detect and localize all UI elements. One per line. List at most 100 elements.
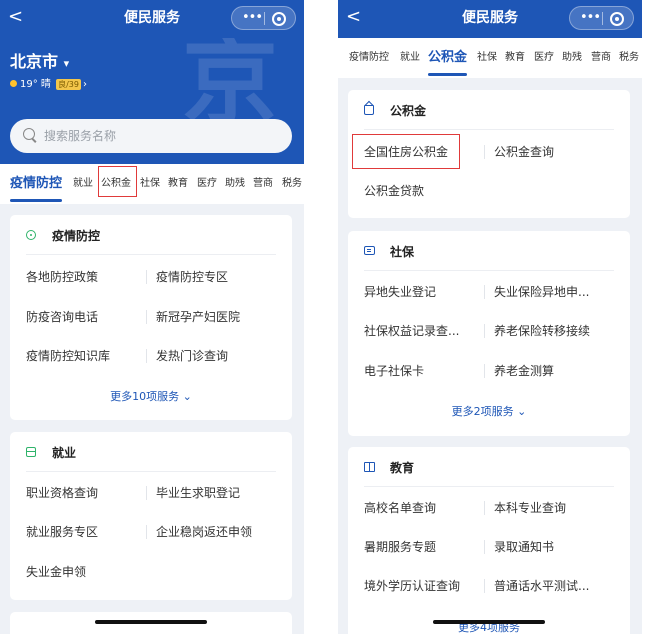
chevron-right-icon: › xyxy=(82,79,87,90)
search-input[interactable]: 搜索服务名称 xyxy=(10,119,292,153)
tab-epidemic[interactable]: 疫情防控 xyxy=(10,164,63,204)
category-tabs: 疫情防控 就业 公积金 社保 教育 医疗 助残 营商 税务 xyxy=(0,164,304,204)
tab-medical[interactable]: 医疗 xyxy=(534,38,554,78)
card-divider xyxy=(364,129,614,130)
column-divider xyxy=(484,285,485,299)
left-phone-screen: < 便民服务 ••• 京 北京市 ▾ 19° 晴 良/39 › 搜索服务名称 疫情… xyxy=(0,0,304,634)
shield-icon xyxy=(26,230,36,240)
close-miniprogram-icon[interactable] xyxy=(610,12,624,26)
service-item[interactable]: 疫情防控知识库 xyxy=(26,348,110,364)
column-divider xyxy=(146,270,147,284)
column-divider xyxy=(484,364,485,378)
service-card-epidemic: 疫情防控 各地防控政策 疫情防控专区 防疫咨询电话 新冠孕产妇医院 疫情防控知识… xyxy=(10,215,292,420)
category-tabs: 疫情防控 就业 公积金 社保 教育 医疗 助残 营商 税务 xyxy=(338,38,642,78)
column-divider xyxy=(146,486,147,500)
chevron-down-icon: ▾ xyxy=(63,57,70,70)
card-title: 教育 xyxy=(390,461,415,475)
right-phone-screen: < 便民服务 ••• 疫情防控 就业 公积金 社保 教育 医疗 助残 营商 税务… xyxy=(338,0,642,634)
weather-text: 19° 晴 xyxy=(20,79,51,90)
column-divider xyxy=(484,145,485,159)
service-item[interactable]: 录取通知书 xyxy=(494,539,554,555)
card-divider xyxy=(26,471,276,472)
service-card-housing-fund: 公积金 全国住房公积金 公积金查询 公积金贷款 xyxy=(348,90,630,218)
tab-business[interactable]: 营商 xyxy=(591,38,611,78)
service-item[interactable]: 养老保险转移接续 xyxy=(494,323,590,339)
service-item[interactable]: 社保权益记录查... xyxy=(364,323,459,339)
tab-employment[interactable]: 就业 xyxy=(400,38,420,78)
service-item[interactable]: 本科专业查询 xyxy=(494,500,566,516)
column-divider xyxy=(484,540,485,554)
city-name: 北京市 xyxy=(10,52,59,71)
close-miniprogram-icon[interactable] xyxy=(272,12,286,26)
service-item[interactable]: 毕业生求职登记 xyxy=(156,485,240,501)
tab-social-security[interactable]: 社保 xyxy=(477,38,497,78)
service-item[interactable]: 暑期服务专题 xyxy=(364,539,436,555)
house-icon xyxy=(364,105,374,115)
card-divider xyxy=(364,486,614,487)
service-item[interactable]: 发热门诊查询 xyxy=(156,348,228,364)
more-services-link[interactable]: 更多2项服务 ⌄ xyxy=(348,405,630,419)
column-divider xyxy=(484,324,485,338)
sun-icon xyxy=(10,80,17,87)
tab-tax[interactable]: 税务 xyxy=(619,38,639,78)
column-divider xyxy=(146,310,147,324)
more-services-link[interactable]: 更多10项服务 ⌄ xyxy=(10,390,292,404)
card-divider xyxy=(364,270,614,271)
service-item[interactable]: 公积金查询 xyxy=(494,144,554,160)
tab-disability[interactable]: 助残 xyxy=(225,164,245,204)
service-item[interactable]: 各地防控政策 xyxy=(26,269,98,285)
card-title: 公积金 xyxy=(390,104,427,118)
capsule-divider xyxy=(602,12,603,25)
book-icon xyxy=(364,462,375,472)
more-options-button[interactable]: ••• xyxy=(580,9,601,27)
tab-business[interactable]: 营商 xyxy=(253,164,273,204)
service-item[interactable]: 异地失业登记 xyxy=(364,284,436,300)
highlight-box xyxy=(98,166,137,197)
tab-employment[interactable]: 就业 xyxy=(73,164,93,204)
service-item[interactable]: 防疫咨询电话 xyxy=(26,309,98,325)
tab-disability[interactable]: 助残 xyxy=(562,38,582,78)
city-selector[interactable]: 北京市 ▾ xyxy=(10,52,69,74)
id-card-icon xyxy=(364,246,375,255)
service-card-education: 教育 高校名单查询 本科专业查询 暑期服务专题 录取通知书 境外学历认证查询 普… xyxy=(348,447,630,634)
home-indicator xyxy=(433,620,545,624)
tab-housing-fund[interactable]: 公积金 xyxy=(428,38,468,78)
top-navigation-bar: < 便民服务 ••• xyxy=(0,0,304,38)
search-icon xyxy=(23,128,35,140)
tab-education[interactable]: 教育 xyxy=(505,38,525,78)
column-divider xyxy=(146,349,147,363)
service-item[interactable]: 失业保险异地申... xyxy=(494,284,589,300)
service-item[interactable]: 职业资格查询 xyxy=(26,485,98,501)
tab-tax[interactable]: 税务 xyxy=(282,164,302,204)
air-quality-badge: 良/39 xyxy=(56,79,81,90)
search-placeholder: 搜索服务名称 xyxy=(44,129,117,143)
service-item[interactable]: 疫情防控专区 xyxy=(156,269,228,285)
more-options-button[interactable]: ••• xyxy=(242,9,263,27)
service-item[interactable]: 养老金测算 xyxy=(494,363,554,379)
tab-epidemic[interactable]: 疫情防控 xyxy=(349,38,389,78)
tab-education[interactable]: 教育 xyxy=(168,164,188,204)
column-divider xyxy=(484,501,485,515)
location-header: 京 北京市 ▾ 19° 晴 良/39 › 搜索服务名称 xyxy=(0,38,304,164)
service-item[interactable]: 企业稳岗返还申领 xyxy=(156,524,252,540)
service-item[interactable]: 高校名单查询 xyxy=(364,500,436,516)
weather-info[interactable]: 19° 晴 良/39 › xyxy=(10,78,87,92)
service-item[interactable]: 就业服务专区 xyxy=(26,524,98,540)
service-item[interactable]: 新冠孕产妇医院 xyxy=(156,309,240,325)
card-divider xyxy=(26,254,276,255)
column-divider xyxy=(146,525,147,539)
service-item[interactable]: 失业金申领 xyxy=(26,564,86,580)
tab-social-security[interactable]: 社保 xyxy=(140,164,160,204)
tab-medical[interactable]: 医疗 xyxy=(197,164,217,204)
service-item[interactable]: 境外学历认证查询 xyxy=(364,578,460,594)
service-item[interactable]: 普通话水平测试... xyxy=(494,578,589,594)
service-item[interactable]: 电子社保卡 xyxy=(364,363,424,379)
miniprogram-capsule: ••• xyxy=(231,6,296,30)
card-title: 就业 xyxy=(52,446,77,460)
service-card-employment: 就业 职业资格查询 毕业生求职登记 就业服务专区 企业稳岗返还申领 失业金申领 xyxy=(10,432,292,600)
card-title: 社保 xyxy=(390,245,415,259)
service-item[interactable]: 公积金贷款 xyxy=(364,183,424,199)
top-navigation-bar: < 便民服务 ••• xyxy=(338,0,642,38)
column-divider xyxy=(484,579,485,593)
highlight-box xyxy=(352,134,460,169)
